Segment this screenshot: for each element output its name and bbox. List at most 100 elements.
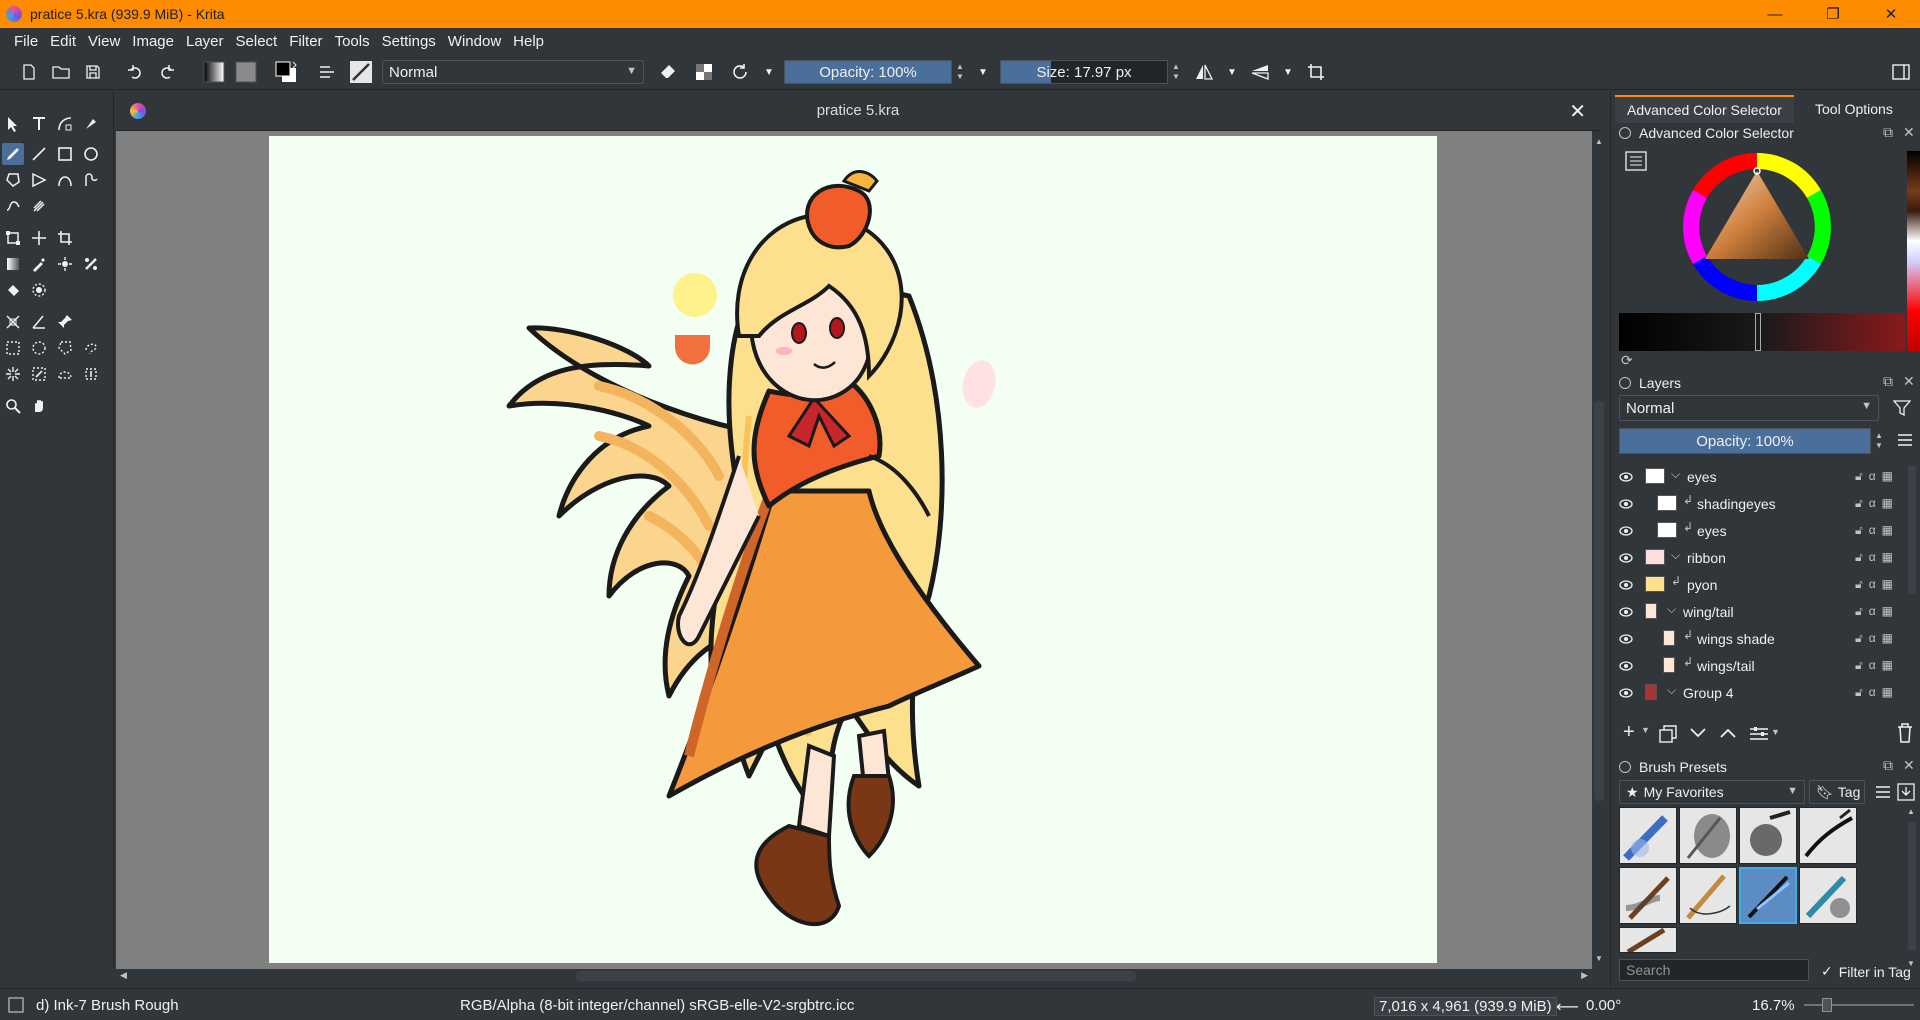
ellipse-tool-icon[interactable] xyxy=(80,143,102,165)
brush-import-icon[interactable] xyxy=(1897,783,1915,804)
layer-row[interactable]: ↲ wings/tail 🔓︎ α ▦ xyxy=(1611,652,1901,679)
add-layer-dropdown-icon[interactable]: ▼ xyxy=(1641,725,1650,735)
layer-lock-icon[interactable]: 🔓︎ xyxy=(1855,631,1863,646)
alpha-lock-icon[interactable]: α xyxy=(1869,469,1876,484)
brush-preset-paint[interactable] xyxy=(1619,867,1677,924)
reload-preset-icon[interactable] xyxy=(728,60,752,84)
alpha-lock-icon[interactable]: α xyxy=(1869,550,1876,565)
filter-in-tag-checkbox[interactable]: ✓ Filter in Tag xyxy=(1821,963,1911,980)
layers-scroll-thumb[interactable] xyxy=(1908,465,1916,595)
edit-shapes-tool-icon[interactable] xyxy=(54,113,76,135)
brush-scroll-up-icon[interactable]: ▲ xyxy=(1907,807,1915,816)
mirror-horizontal-icon[interactable] xyxy=(1192,60,1216,84)
open-folder-icon[interactable] xyxy=(50,60,72,84)
minimize-button[interactable]: — xyxy=(1746,0,1804,28)
scroll-left-icon[interactable]: ◀ xyxy=(120,970,127,981)
fill-tool-icon[interactable] xyxy=(2,279,24,301)
layer-list[interactable]: ⌵ eyes 🔓︎ α ▦ ↲ shadingeyes 🔓︎ α ▦ ↲ eyes 🔓︎… xyxy=(1611,463,1911,713)
alpha-lock-icon[interactable]: α xyxy=(1869,496,1876,511)
polygon-select-tool-icon[interactable] xyxy=(54,337,76,359)
alpha-lock-icon[interactable]: α xyxy=(1869,604,1876,619)
save-icon[interactable] xyxy=(82,60,104,84)
layer-filter-icon[interactable] xyxy=(1892,399,1912,420)
undo-icon[interactable] xyxy=(124,60,146,84)
dynamic-brush-tool-icon[interactable] xyxy=(2,195,24,217)
freehand-path-tool-icon[interactable] xyxy=(80,169,102,191)
inherit-alpha-icon[interactable]: ▦ xyxy=(1882,550,1893,565)
bezier-tool-icon[interactable] xyxy=(54,169,76,191)
color-history-strip[interactable] xyxy=(1619,313,1905,351)
blend-mode-select[interactable]: Normal ▼ xyxy=(382,60,644,84)
tab-advanced-color-selector[interactable]: Advanced Color Selector xyxy=(1615,95,1794,123)
vertical-scroll-thumb[interactable] xyxy=(1594,401,1604,801)
visibility-eye-icon[interactable] xyxy=(1619,470,1633,486)
layer-row[interactable]: ⌵ eyes 🔓︎ α ▦ xyxy=(1611,463,1901,490)
move-layer-up-icon[interactable] xyxy=(1719,727,1737,742)
menu-help[interactable]: Help xyxy=(507,33,550,50)
brush-presets-scrollbar[interactable]: ▲ ▼ xyxy=(1905,807,1919,987)
visibility-eye-icon[interactable] xyxy=(1619,497,1633,513)
layer-row[interactable]: ↲ wings shade 🔓︎ α ▦ xyxy=(1611,625,1901,652)
brush-preset-smudge[interactable] xyxy=(1799,867,1857,924)
alpha-lock-icon[interactable]: α xyxy=(1869,577,1876,592)
delete-layer-icon[interactable] xyxy=(1897,723,1913,746)
layer-row[interactable]: ↲ pyon 🔓︎ α ▦ xyxy=(1611,571,1901,598)
group-expand-icon[interactable]: ⌵ xyxy=(1671,467,1680,482)
move-tool-icon[interactable] xyxy=(28,227,50,249)
freehand-brush-tool-icon[interactable] xyxy=(2,143,24,165)
redo-icon[interactable] xyxy=(156,60,178,84)
layer-lock-icon[interactable]: 🔓︎ xyxy=(1855,604,1863,619)
layers-lock-icon[interactable] xyxy=(1619,377,1631,389)
duplicate-layer-icon[interactable] xyxy=(1659,725,1677,746)
multibrush-tool-icon[interactable] xyxy=(28,195,50,217)
menu-select[interactable]: Select xyxy=(230,33,284,50)
opacity-dropdown-icon[interactable]: ▼ xyxy=(976,60,990,84)
inherit-alpha-icon[interactable]: ▦ xyxy=(1882,523,1893,538)
visibility-eye-icon[interactable] xyxy=(1619,524,1633,540)
maximize-button[interactable]: ❐ xyxy=(1804,0,1862,28)
inherit-alpha-icon[interactable]: ▦ xyxy=(1882,631,1893,646)
scroll-down-icon[interactable]: ▼ xyxy=(1595,954,1603,963)
rotation-value[interactable]: 0.00° xyxy=(1586,997,1621,1014)
size-slider[interactable]: Size: 17.97 px xyxy=(1000,60,1168,84)
line-tool-icon[interactable] xyxy=(28,143,50,165)
polyline-tool-icon[interactable] xyxy=(28,169,50,191)
inherit-alpha-icon[interactable]: ▦ xyxy=(1882,469,1893,484)
pattern-selector-icon[interactable] xyxy=(234,60,258,84)
eraser-mode-icon[interactable] xyxy=(656,60,680,84)
layers-scrollbar[interactable] xyxy=(1905,463,1919,709)
zoom-slider[interactable] xyxy=(1804,998,1914,1012)
visibility-eye-icon[interactable] xyxy=(1619,578,1633,594)
pan-tool-icon[interactable] xyxy=(28,395,50,417)
document-tab-title[interactable]: pratice 5.kra xyxy=(817,102,900,119)
menu-layer[interactable]: Layer xyxy=(180,33,230,50)
layer-lock-icon[interactable]: 🔓︎ xyxy=(1855,658,1863,673)
select-shapes-tool-icon[interactable] xyxy=(2,113,24,135)
magnetic-select-tool-icon[interactable] xyxy=(80,363,102,385)
size-spin-icon[interactable]: ▲ ▼ xyxy=(1170,60,1182,84)
layers-float-icon[interactable]: ⧉ xyxy=(1883,373,1893,390)
bezier-select-tool-icon[interactable] xyxy=(54,363,76,385)
reload-dropdown-icon[interactable]: ▼ xyxy=(762,60,776,84)
menu-view[interactable]: View xyxy=(82,33,126,50)
layer-lock-icon[interactable]: 🔓︎ xyxy=(1855,577,1863,592)
visibility-eye-icon[interactable] xyxy=(1619,659,1633,675)
gradient-tool-icon[interactable] xyxy=(2,253,24,275)
transform-tool-icon[interactable] xyxy=(2,227,24,249)
lock-icon[interactable] xyxy=(1619,127,1631,139)
group-expand-icon[interactable]: ⌵ xyxy=(1667,683,1676,698)
canvas-page[interactable] xyxy=(269,136,1437,963)
group-expand-icon[interactable]: ⌵ xyxy=(1671,548,1680,563)
menu-file[interactable]: File xyxy=(8,33,44,50)
close-docker-icon[interactable]: ✕ xyxy=(1903,124,1915,141)
float-docker-icon[interactable]: ⧉ xyxy=(1883,124,1893,141)
assistant-editor-icon[interactable] xyxy=(2,311,24,333)
tab-tool-options[interactable]: Tool Options xyxy=(1803,95,1905,123)
visibility-eye-icon[interactable] xyxy=(1619,632,1633,648)
group-expand-icon[interactable]: ⌵ xyxy=(1667,602,1676,617)
brush-presets-close-icon[interactable]: ✕ xyxy=(1903,757,1915,774)
brush-presets-float-icon[interactable]: ⧉ xyxy=(1883,757,1893,774)
add-layer-icon[interactable]: + xyxy=(1623,721,1635,744)
move-layer-down-icon[interactable] xyxy=(1689,727,1707,742)
brush-status-icon[interactable] xyxy=(8,997,24,1017)
